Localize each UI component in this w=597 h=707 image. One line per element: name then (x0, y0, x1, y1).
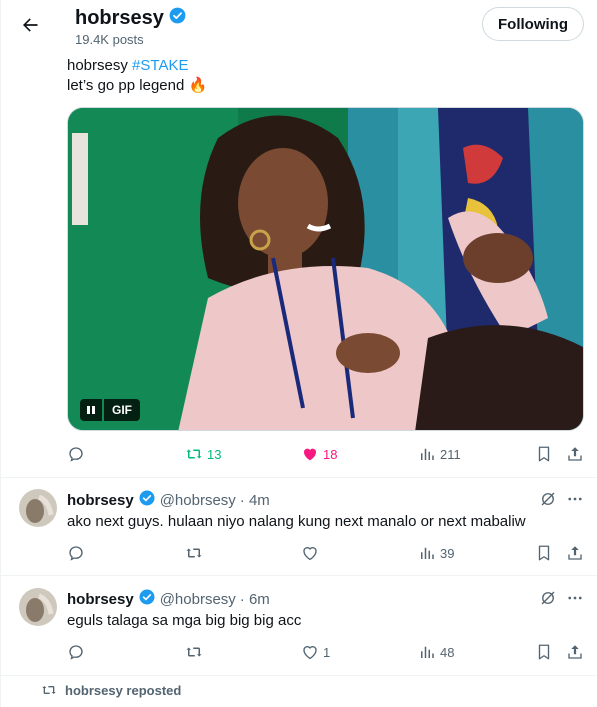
bookmark-icon (538, 446, 550, 462)
views-button[interactable]: 39 (418, 541, 454, 565)
bookmark-button[interactable] (535, 442, 553, 466)
reply-icon (69, 546, 83, 561)
reply-text: eguls talaga sa mga big big big acc (67, 612, 302, 629)
views-icon (421, 646, 434, 658)
views-button[interactable]: 48 (418, 640, 454, 664)
like-count: 18 (323, 446, 338, 462)
more-button[interactable] (566, 490, 584, 513)
profile-header: hobrsesy 19.4K posts Following (1, 0, 597, 52)
grok-icon (541, 492, 555, 506)
avatar[interactable] (19, 489, 57, 527)
more-button[interactable] (566, 589, 584, 612)
reply-actions: 39 (67, 541, 587, 565)
post-actions: 13 18 211 (67, 442, 587, 466)
reply-meta: hobrsesy @hobrsesy · 6m (67, 588, 270, 610)
reply-button[interactable] (67, 442, 85, 466)
like-button[interactable]: 18 (301, 442, 337, 466)
gif-pause-button[interactable] (80, 399, 102, 421)
grok-button[interactable] (539, 490, 557, 513)
share-button[interactable] (566, 541, 584, 565)
retweet-button[interactable] (185, 640, 203, 664)
retweet-icon (42, 686, 56, 694)
repost-banner: hobrsesy reposted (41, 682, 181, 698)
author-name[interactable]: hobrsesy (67, 591, 134, 608)
pause-icon (87, 406, 95, 414)
hashtag-link[interactable]: #STAKE (132, 57, 188, 74)
reply-actions: 1 48 (67, 640, 587, 664)
header-name-row: hobrsesy (75, 6, 187, 30)
following-button[interactable]: Following (482, 7, 584, 41)
post-body: let’s go pp legend 🔥 (67, 77, 208, 94)
verified-badge-icon (138, 489, 156, 511)
repost-label[interactable]: hobrsesy reposted (65, 683, 181, 698)
gif-controls: GIF (80, 399, 140, 421)
like-icon (303, 646, 317, 660)
more-icon (568, 497, 582, 501)
header-name: hobrsesy (75, 6, 164, 29)
post-time[interactable]: · 4m (240, 492, 270, 509)
reply-button[interactable] (67, 541, 85, 565)
retweet-icon (186, 548, 202, 558)
views-count: 39 (440, 545, 455, 561)
divider (1, 477, 597, 478)
reply-icon (69, 645, 83, 660)
post-author-mention: hobrsesy (67, 57, 128, 74)
reply-icon (69, 447, 83, 462)
header-post-count: 19.4K posts (75, 32, 144, 47)
like-count: 1 (323, 644, 331, 660)
grok-button[interactable] (539, 589, 557, 612)
views-icon (421, 448, 434, 460)
bookmark-button[interactable] (535, 541, 553, 565)
bookmark-icon (538, 545, 550, 561)
share-icon (568, 546, 582, 560)
grok-icon (541, 591, 555, 605)
views-button[interactable]: 211 (418, 442, 461, 466)
post-text: hobrsesy #STAKE let’s go pp legend 🔥 (67, 56, 207, 96)
divider (1, 675, 597, 676)
author-handle[interactable]: @hobrsesy (160, 492, 236, 509)
reply-button[interactable] (67, 640, 85, 664)
author-name[interactable]: hobrsesy (67, 492, 134, 509)
views-count: 48 (440, 644, 455, 660)
share-button[interactable] (566, 442, 584, 466)
divider (1, 575, 597, 576)
retweet-button[interactable]: 13 (185, 442, 221, 466)
reply-text: ako next guys. hulaan niyo nalang kung n… (67, 513, 526, 530)
reply-meta: hobrsesy @hobrsesy · 4m (67, 489, 270, 511)
like-icon (303, 547, 317, 561)
retweet-icon (186, 449, 202, 459)
views-icon (421, 547, 434, 559)
like-icon (303, 448, 317, 461)
retweet-icon (186, 647, 202, 657)
avatar-image (19, 489, 57, 527)
verified-badge-icon (168, 6, 187, 30)
gif-badge: GIF (104, 399, 140, 421)
avatar[interactable] (19, 588, 57, 626)
back-arrow-icon (23, 18, 38, 32)
avatar-image (19, 588, 57, 626)
post-time[interactable]: · 6m (240, 591, 270, 608)
back-button[interactable] (13, 8, 47, 42)
bookmark-button[interactable] (535, 640, 553, 664)
bookmark-icon (538, 644, 550, 660)
retweet-button[interactable] (185, 541, 203, 565)
more-icon (568, 596, 582, 600)
timeline-column: hobrsesy 19.4K posts Following hobrsesy … (0, 0, 597, 707)
gif-frame-image (68, 108, 583, 430)
like-button[interactable] (301, 541, 323, 565)
share-button[interactable] (566, 640, 584, 664)
verified-badge-icon (138, 588, 156, 610)
gif-media[interactable]: GIF (67, 107, 584, 431)
like-button[interactable]: 1 (301, 640, 330, 664)
share-icon (568, 645, 582, 659)
retweet-count: 13 (207, 446, 222, 462)
author-handle[interactable]: @hobrsesy (160, 591, 236, 608)
views-count: 211 (440, 446, 461, 462)
share-icon (568, 447, 582, 461)
post-first-line: hobrsesy #STAKE (67, 56, 207, 76)
